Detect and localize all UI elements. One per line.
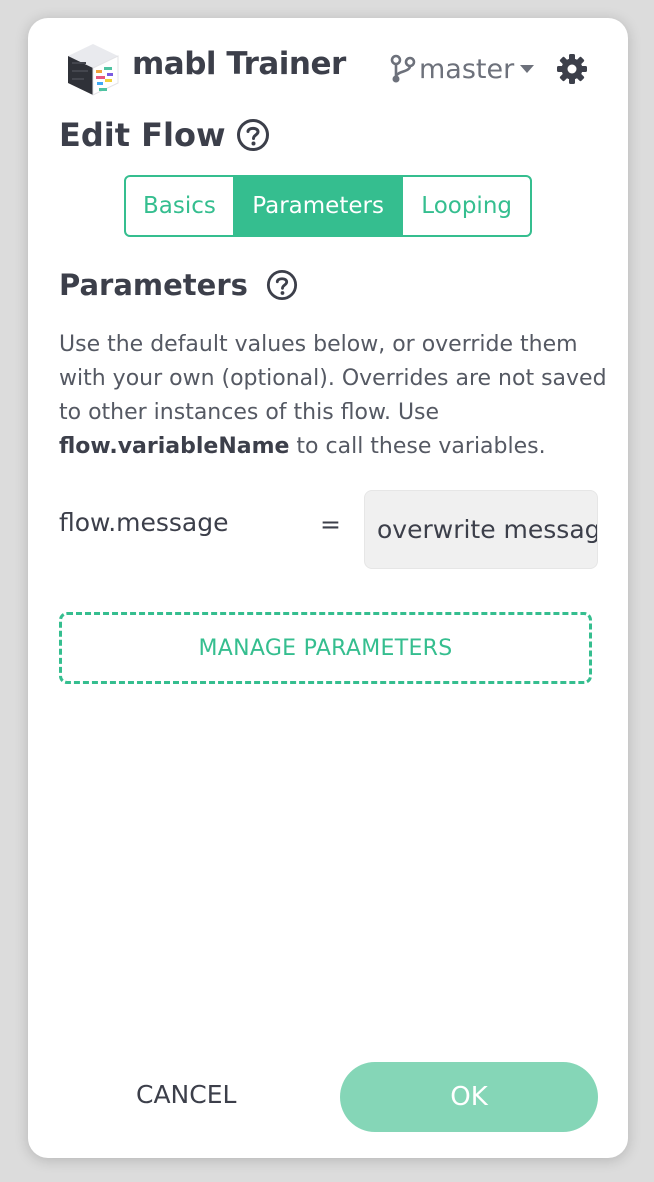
tab-basics[interactable]: Basics (126, 177, 235, 235)
description-text: Use the default values below, or overrid… (59, 332, 607, 425)
parameter-name: flow.message (59, 508, 229, 537)
dialog-title: Edit Flow (59, 116, 226, 154)
manage-parameters-button[interactable]: MANAGE PARAMETERS (59, 612, 592, 684)
help-circle-icon[interactable] (236, 118, 270, 152)
app-title: mabl Trainer (132, 46, 346, 82)
flow-tabs: Basics Parameters Looping (124, 175, 532, 237)
dialog-title-row: Edit Flow (59, 116, 270, 154)
parameters-section-title: Parameters (59, 268, 298, 302)
parameters-heading: Parameters (59, 268, 248, 302)
parameter-value-input[interactable] (364, 490, 598, 569)
cancel-button[interactable]: CANCEL (136, 1080, 236, 1109)
tab-parameters[interactable]: Parameters (234, 177, 402, 235)
description-text-end: to call these variables. (289, 434, 546, 459)
tab-looping[interactable]: Looping (401, 177, 530, 235)
gear-icon[interactable] (556, 53, 588, 85)
git-branch-icon (390, 54, 416, 83)
chevron-down-icon (520, 65, 535, 73)
parameter-equals: = (320, 510, 341, 539)
mabl-logo-icon (68, 44, 119, 96)
branch-selector[interactable]: master (390, 51, 535, 87)
trainer-header: mabl Trainer master (28, 18, 628, 118)
branch-name: master (419, 53, 515, 85)
edit-flow-panel: mabl Trainer master Edit Flow Basics Par… (28, 18, 628, 1158)
description-variable-name: flow.variableName (59, 434, 290, 459)
parameters-description: Use the default values below, or overrid… (59, 328, 607, 464)
ok-button[interactable]: OK (340, 1062, 598, 1132)
help-circle-icon[interactable] (266, 269, 298, 301)
